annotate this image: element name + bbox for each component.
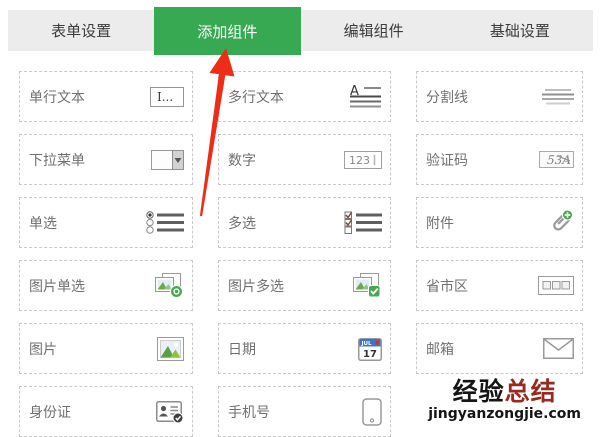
component-label: 图片单选 xyxy=(29,278,85,295)
watermark-title: 经验总结 xyxy=(428,379,581,404)
captcha-icon: 53A xyxy=(539,151,574,168)
component-label: 图片多选 xyxy=(228,278,284,295)
svg-text:I...: I... xyxy=(157,90,173,104)
component-item-captcha[interactable]: 验证码 53A xyxy=(416,134,583,185)
component-item-email[interactable]: 邮箱 xyxy=(416,323,583,374)
checkbox-group-icon xyxy=(344,211,382,234)
watermark-title-black: 经验 xyxy=(452,377,505,406)
id-card-icon xyxy=(156,400,184,424)
radio-group-icon xyxy=(146,211,184,234)
component-label: 多选 xyxy=(228,215,256,232)
region-icon xyxy=(538,276,574,295)
component-label: 邮箱 xyxy=(426,341,454,358)
component-item-radio-group[interactable]: 单选 xyxy=(19,197,193,248)
component-label: 单选 xyxy=(29,215,57,232)
tab-add-component[interactable]: 添加组件 xyxy=(154,7,301,55)
tab-edit-component[interactable]: 编辑组件 xyxy=(301,10,447,51)
component-item-text-input[interactable]: 单行文本 I... xyxy=(19,71,193,122)
component-item-number-input[interactable]: 数字 123 xyxy=(218,134,391,185)
calendar-icon: JUL 17 xyxy=(358,336,382,361)
svg-text:JUL: JUL xyxy=(361,341,373,347)
divider-icon xyxy=(542,88,574,105)
component-item-calendar[interactable]: 日期 JUL 17 xyxy=(218,323,391,374)
watermark-title-red: 总结 xyxy=(504,377,557,406)
component-item-image-checkbox[interactable]: 图片多选 xyxy=(218,260,391,311)
email-icon xyxy=(543,338,574,359)
component-label: 数字 xyxy=(228,152,256,169)
component-item-id-card[interactable]: 身份证 xyxy=(19,386,193,437)
image-radio-icon xyxy=(153,272,184,299)
component-label: 手机号 xyxy=(228,404,270,421)
component-item-textarea[interactable]: 多行文本 A xyxy=(218,71,391,122)
tab-bar: 表单设置 添加组件 编辑组件 基础设置 xyxy=(8,7,593,55)
attachment-icon xyxy=(547,209,574,236)
svg-text:123: 123 xyxy=(349,154,370,167)
component-label: 省市区 xyxy=(426,278,468,295)
component-label: 验证码 xyxy=(426,152,468,169)
watermark: 经验总结 jingyanzongjie.com xyxy=(428,379,581,421)
component-item-dropdown[interactable]: 下拉菜单 xyxy=(19,134,193,185)
component-label: 身份证 xyxy=(29,404,71,421)
text-input-icon: I... xyxy=(150,86,184,107)
component-label: 附件 xyxy=(426,215,454,232)
image-icon xyxy=(157,336,184,361)
watermark-url: jingyanzongjie.com xyxy=(428,406,581,422)
component-item-image-radio[interactable]: 图片单选 xyxy=(19,260,193,311)
component-item-attachment[interactable]: 附件 xyxy=(416,197,583,248)
component-label: 多行文本 xyxy=(228,89,284,106)
phone-icon xyxy=(362,397,382,426)
component-label: 分割线 xyxy=(426,89,468,106)
component-label: 单行文本 xyxy=(29,89,85,106)
component-item-phone[interactable]: 手机号 xyxy=(218,386,391,437)
component-item-region[interactable]: 省市区 xyxy=(416,260,583,311)
tab-form-settings[interactable]: 表单设置 xyxy=(8,10,154,51)
component-label: 日期 xyxy=(228,341,256,358)
textarea-icon: A xyxy=(350,84,382,110)
svg-text:17: 17 xyxy=(363,349,377,360)
component-label: 下拉菜单 xyxy=(29,152,85,169)
component-item-checkbox-group[interactable]: 多选 xyxy=(218,197,391,248)
component-label: 图片 xyxy=(29,341,57,358)
dropdown-icon xyxy=(151,149,184,170)
tab-basic-settings[interactable]: 基础设置 xyxy=(447,10,593,51)
component-item-divider[interactable]: 分割线 xyxy=(416,71,583,122)
component-item-image[interactable]: 图片 xyxy=(19,323,193,374)
image-checkbox-icon xyxy=(351,272,382,299)
number-input-icon: 123 xyxy=(344,150,382,169)
